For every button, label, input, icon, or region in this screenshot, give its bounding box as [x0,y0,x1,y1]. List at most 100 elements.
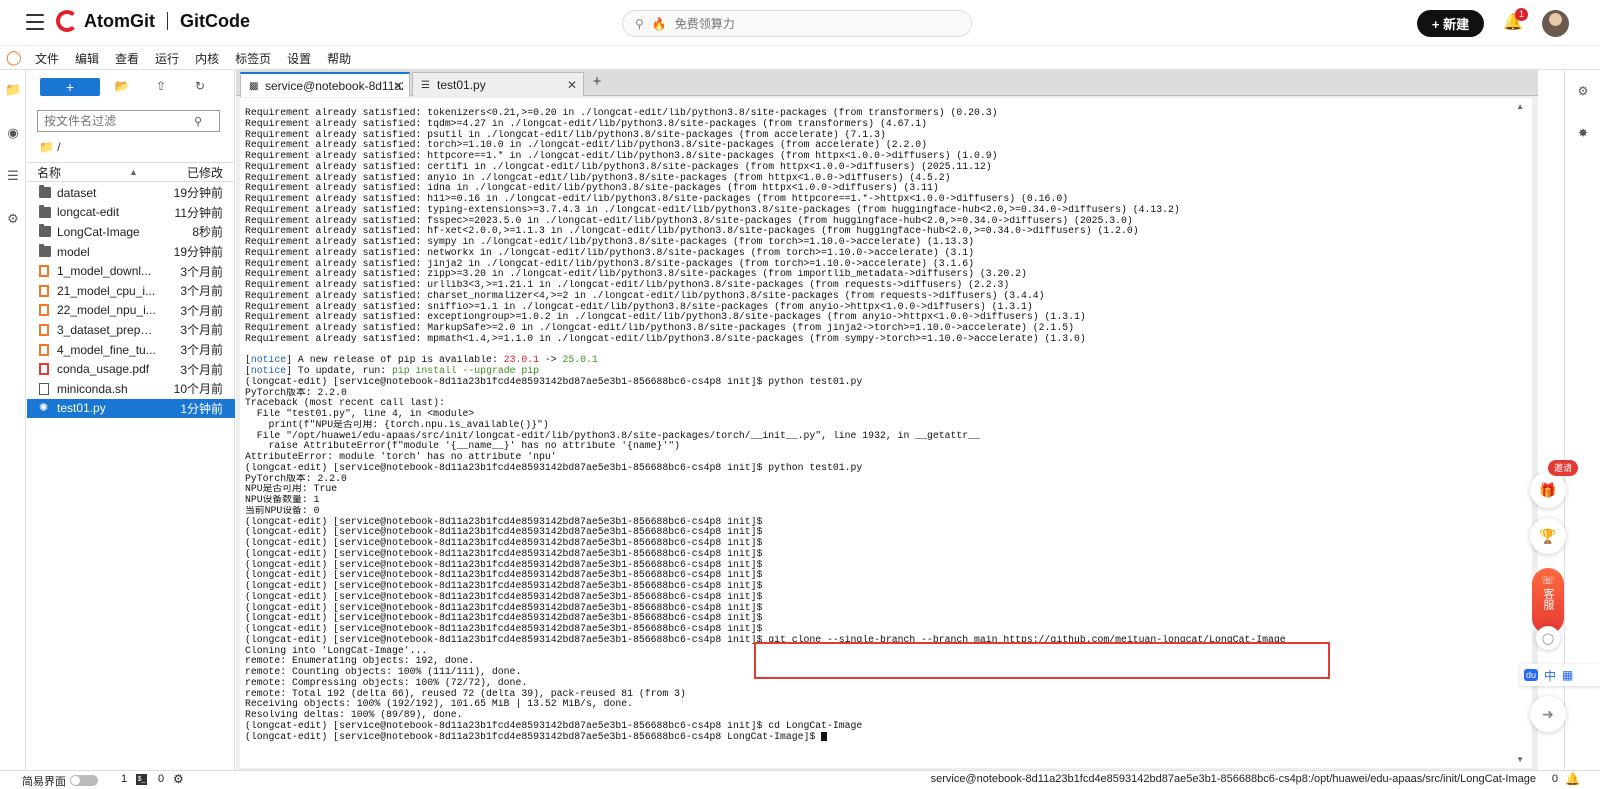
refresh-icon[interactable]: ↻ [192,79,208,95]
sort-arrow-icon[interactable]: ▲ [129,167,138,177]
file-row-pdf[interactable]: conda_usage.pdf 3个月前 [27,359,235,379]
breadcrumb-root[interactable]: / [57,140,60,154]
menu-view[interactable]: 查看 [115,50,139,67]
terminal-line: PyTorch版本: 2.2.0 [245,387,347,398]
close-icon[interactable]: ✕ [393,79,403,93]
filter-input[interactable] [44,114,194,128]
file-name: 22_model_npu_i... [57,303,156,318]
invite-badge[interactable]: 邀请 [1548,460,1578,476]
arrow-right-icon[interactable]: ➜ [1530,696,1566,732]
highlight-box [754,642,1330,679]
grid-icon[interactable]: ▦ [1562,668,1573,682]
terminal-line: Requirement already satisfied: fsspec>=2… [245,215,1133,226]
terminal-line: (longcat-edit) [service@notebook-8d11a23… [245,516,763,527]
menu-file[interactable]: 文件 [35,50,59,67]
ime-language[interactable]: 中 [1544,667,1556,684]
file-row-notebook[interactable]: 4_model_fine_tu... 3个月前 [27,340,235,360]
file-modified: 3个月前 [180,284,223,299]
running-kernels-icon[interactable]: ◉ [5,125,21,141]
file-row-notebook[interactable]: 21_model_cpu_i... 3个月前 [27,281,235,301]
column-modified-header[interactable]: 已修改 [187,164,223,181]
search-bar[interactable]: ⚲ 🔥 [622,10,972,37]
terminal-line: Receiving objects: 100% (192/192), 101.6… [245,699,634,710]
new-button[interactable]: + 新建 [1417,10,1484,37]
simple-mode-label: 简易界面 [22,776,66,788]
notification-count: 0 [1551,773,1558,785]
terminal-line: Requirement already satisfied: charset_n… [245,290,1045,301]
scroll-down-icon[interactable]: ▼ [1516,755,1524,764]
folder-icon[interactable]: 📁 [5,82,21,98]
terminal-line: NPU是否可用: True [245,484,338,495]
file-modified: 11分钟前 [174,205,223,220]
top-header: AtomGit GitCode ⚲ 🔥 + 新建 🔔 1 [0,0,1600,46]
menu-help[interactable]: 帮助 [327,50,351,67]
file-list-header: 名称 ▲ 已修改 [27,162,235,182]
terminal-line: Requirement already satisfied: networkx … [245,247,975,258]
tab-test01-py[interactable]: ☰ test01.py ✕ [412,72,584,96]
add-tab-icon[interactable]: + [588,74,606,92]
customer-service-button[interactable]: ☏ 客服 [1532,568,1564,634]
upload-icon[interactable]: ⇧ [153,79,169,95]
file-row-longcat-image[interactable]: LongCat-Image 8秒前 [27,222,235,242]
settings-gear-icon[interactable]: ⚙ [173,772,184,786]
terminal-line: Requirement already satisfied: anyio in … [245,172,951,183]
menu-kernel[interactable]: 内核 [195,50,219,67]
product-name: GitCode [180,10,250,31]
file-row-model[interactable]: model 19分钟前 [27,242,235,262]
property-inspector-icon[interactable]: ⚙ [1576,84,1590,98]
file-name: 4_model_fine_tu... [57,342,156,357]
file-row-notebook[interactable]: 3_dataset_prepa... 3个月前 [27,320,235,340]
filter-box[interactable]: ⚲ [37,110,220,132]
notification-badge: 1 [1515,8,1528,21]
baidu-icon[interactable]: du [1524,669,1539,681]
notebook-icon [39,284,49,297]
extensions-icon[interactable]: ⚙ [5,211,21,227]
terminal-line: print(f"NPU是否可用: {torch.npu.is_available… [245,419,549,430]
terminal-line: File "/opt/huawei/edu-apaas/src/init/lon… [245,430,980,441]
scroll-up-icon[interactable]: ▲ [1516,102,1524,111]
left-sidebar-tabs: 📁 ◉ ☰ ⚙ [0,70,26,770]
file-row-longcat-edit[interactable]: longcat-edit 11分钟前 [27,203,235,223]
terminal-line: Requirement already satisfied: jinja2 in… [245,258,975,269]
close-icon[interactable]: ✕ [567,78,577,92]
terminal-panel[interactable]: Requirement already satisfied: tokenizer… [240,98,1532,768]
terminal-line: (longcat-edit) [service@notebook-8d11a23… [245,527,763,538]
gift-icon[interactable]: 🎁 [1530,472,1566,508]
tab-bar: ▩ service@notebook-8d11a2 ✕ ☰ test01.py … [236,70,1538,97]
file-row-notebook[interactable]: 22_model_npu_i... 3个月前 [27,301,235,321]
menu-icon[interactable] [26,14,44,30]
search-input[interactable] [674,16,935,31]
column-name-header[interactable]: 名称 [37,164,61,181]
pdf-icon [39,363,49,376]
file-row-dataset[interactable]: dataset 19分钟前 [27,183,235,203]
menu-edit[interactable]: 编辑 [75,50,99,67]
terminal-line: Requirement already satisfied: MarkupSaf… [245,323,1074,333]
menu-settings[interactable]: 设置 [287,50,311,67]
new-launcher-button[interactable]: + [40,78,100,96]
user-avatar[interactable] [1542,10,1569,37]
file-row-python-selected[interactable]: ✺ test01.py 1分钟前 [27,398,235,419]
breadcrumb[interactable]: 📁 / [39,140,61,154]
logo-icon[interactable]: ◯ [1536,626,1560,650]
menu-run[interactable]: 运行 [155,50,179,67]
new-folder-icon[interactable]: 📂 [114,79,130,95]
brand-logo[interactable]: AtomGit GitCode [56,10,250,32]
notification-bell-icon[interactable]: 🔔 [1565,772,1580,786]
terminal-icon[interactable]: $_ [136,774,147,785]
terminal-line: Requirement already satisfied: exception… [245,312,1086,323]
trophy-icon[interactable]: 🏆 [1530,518,1566,554]
tab-terminal[interactable]: ▩ service@notebook-8d11a2 ✕ [240,72,410,97]
debugger-icon[interactable]: ✸ [1576,126,1590,140]
file-name: 1_model_downl... [57,264,152,279]
terminal-line: [notice] To update, run: pip install --u… [245,366,539,376]
file-modified: 3个月前 [180,362,223,377]
file-name: 3_dataset_prepa... [57,322,157,337]
file-row-notebook[interactable]: 1_model_downl... 3个月前 [27,261,235,281]
terminal-line: raise AttributeError(f"module '{__name__… [245,441,681,452]
menu-tabs[interactable]: 标签页 [235,50,271,67]
file-row-shell[interactable]: miniconda.sh 10个月前 [27,379,235,399]
table-of-contents-icon[interactable]: ☰ [5,168,21,184]
file-browser: + 📂 ⇧ ↻ ⚲ 📁 / 名称 ▲ 已修改 dataset 19分钟前 long… [27,70,235,770]
simple-mode-toggle[interactable] [70,775,98,786]
terminal-line: Requirement already satisfied: certifi i… [245,161,992,172]
